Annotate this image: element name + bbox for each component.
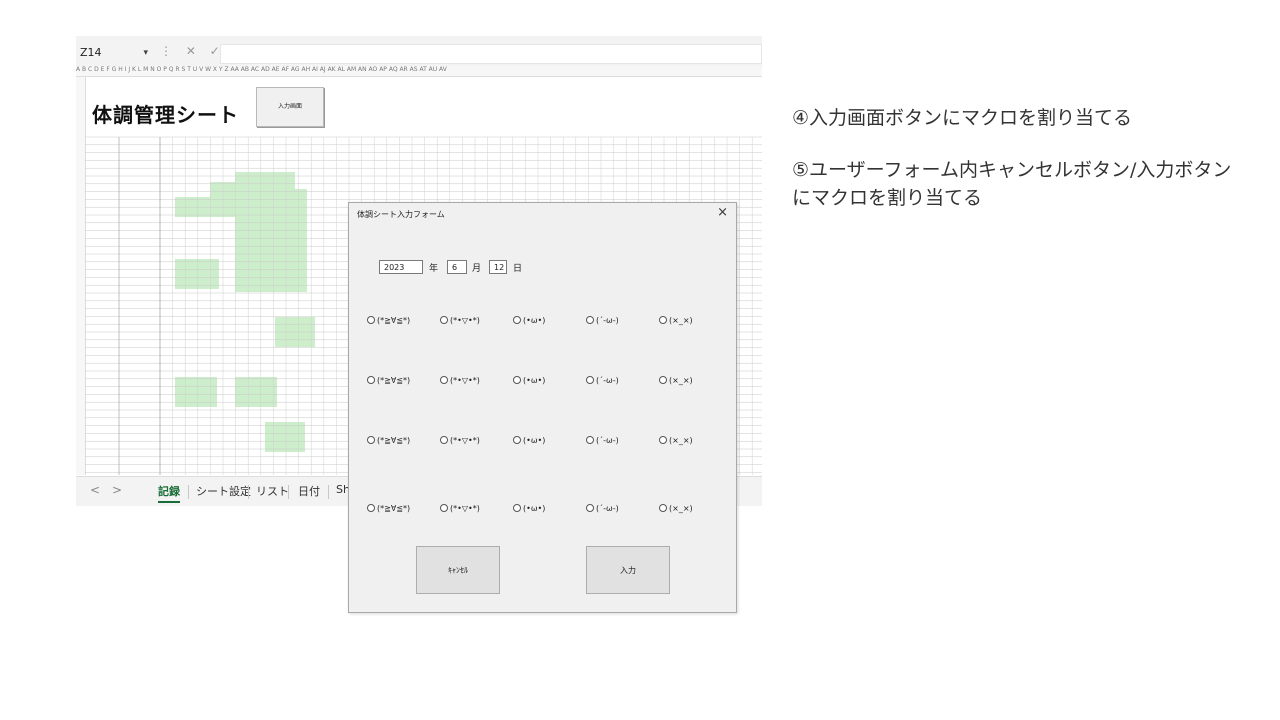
mood-option[interactable]: (´-ω-) xyxy=(586,315,619,325)
mood-option[interactable]: (*•▽•*) xyxy=(440,315,480,325)
chevron-down-icon[interactable]: ▾ xyxy=(143,44,148,62)
radio-icon[interactable] xyxy=(659,375,667,384)
month-label: 月 xyxy=(472,264,482,274)
radio-icon[interactable] xyxy=(440,435,448,444)
mood-option-label: (•ω•) xyxy=(523,436,546,445)
tab-divider xyxy=(328,485,329,499)
note-step-5: ⑤ユーザーフォーム内キャンセルボタン/入力ボタンにマクロを割り当てる xyxy=(792,159,1232,209)
formula-bar: Z14 ▾ ⋮ ✕ ✓ fx xyxy=(76,36,762,67)
radio-icon[interactable] xyxy=(586,503,594,512)
tab-date[interactable]: 日付 xyxy=(298,483,320,499)
radio-icon[interactable] xyxy=(513,315,521,324)
tab-divider xyxy=(188,485,189,499)
mood-option[interactable]: (´-ω-) xyxy=(586,503,619,513)
mood-option[interactable]: (•ω•) xyxy=(513,375,546,385)
mood-option[interactable]: (×_×) xyxy=(659,503,693,513)
radio-icon[interactable] xyxy=(440,375,448,384)
mood-option[interactable]: (×_×) xyxy=(659,435,693,445)
tab-prev-icon[interactable]: < xyxy=(90,483,100,497)
name-box[interactable]: Z14 ▾ xyxy=(80,44,150,62)
tab-divider xyxy=(248,485,249,499)
mood-option-label: (×_×) xyxy=(669,504,693,513)
mood-option-label: (•ω•) xyxy=(523,504,546,513)
input-userform: 体調シート入力フォーム × 2023 年 6 月 12 日 (*≧∀≦*) (*•… xyxy=(348,202,737,613)
year-field[interactable]: 2023 xyxy=(379,260,423,274)
tab-record[interactable]: 記録 xyxy=(158,483,180,503)
tab-list[interactable]: リスト xyxy=(256,483,289,499)
sheet-title: 体調管理シート xyxy=(92,103,239,127)
note-step-4: ④入力画面ボタンにマクロを割り当てる xyxy=(792,107,1133,129)
cancel-button[interactable]: ｷｬﾝｾﾙ xyxy=(416,546,500,594)
mood-option[interactable]: (*•▽•*) xyxy=(440,375,480,385)
mood-option-label: (•ω•) xyxy=(523,376,546,385)
radio-icon[interactable] xyxy=(659,503,667,512)
mood-option-label: (*≧∀≦*) xyxy=(377,504,411,513)
mood-option-label: (*•▽•*) xyxy=(450,504,480,513)
radio-icon[interactable] xyxy=(513,375,521,384)
tab-sheet-settings[interactable]: シート設定 xyxy=(196,483,251,499)
mood-option-label: (´-ω-) xyxy=(596,316,619,325)
tab-next-icon[interactable]: > xyxy=(112,483,122,497)
mood-option-label: (´-ω-) xyxy=(596,436,619,445)
mood-option[interactable]: (×_×) xyxy=(659,315,693,325)
close-icon[interactable]: × xyxy=(717,205,728,220)
mood-option[interactable]: (*≧∀≦*) xyxy=(367,375,411,385)
mood-option[interactable]: (*≧∀≦*) xyxy=(367,503,411,513)
radio-icon[interactable] xyxy=(367,315,375,324)
radio-icon[interactable] xyxy=(367,503,375,512)
submit-button[interactable]: 入力 xyxy=(586,546,670,594)
radio-icon[interactable] xyxy=(586,375,594,384)
column-header-letters: A B C D E F G H I J K L M N O P Q R S T … xyxy=(76,66,447,73)
radio-icon[interactable] xyxy=(659,435,667,444)
instruction-notes: ④入力画面ボタンにマクロを割り当てる ⑤ユーザーフォーム内キャンセルボタン/入力… xyxy=(792,104,1232,236)
radio-icon[interactable] xyxy=(513,503,521,512)
mood-option-label: (•ω•) xyxy=(523,316,546,325)
mood-option[interactable]: (*≧∀≦*) xyxy=(367,315,411,325)
radio-icon[interactable] xyxy=(513,435,521,444)
month-field[interactable]: 6 xyxy=(447,260,467,274)
mood-option[interactable]: (×_×) xyxy=(659,375,693,385)
day-label: 日 xyxy=(513,264,523,274)
radio-icon[interactable] xyxy=(367,435,375,444)
radio-icon[interactable] xyxy=(440,503,448,512)
input-screen-button[interactable]: 入力画面 xyxy=(256,87,324,127)
mood-option[interactable]: (•ω•) xyxy=(513,503,546,513)
mood-option[interactable]: (*≧∀≦*) xyxy=(367,435,411,445)
radio-icon[interactable] xyxy=(586,315,594,324)
mood-option-label: (´-ω-) xyxy=(596,504,619,513)
mood-option[interactable]: (•ω•) xyxy=(513,435,546,445)
mood-option-label: (*•▽•*) xyxy=(450,376,480,385)
mood-option-label: (×_×) xyxy=(669,316,693,325)
form-title: 体調シート入力フォーム xyxy=(357,210,445,219)
name-box-value: Z14 xyxy=(80,46,102,59)
column-headers: A B C D E F G H I J K L M N O P Q R S T … xyxy=(76,66,762,77)
day-field[interactable]: 12 xyxy=(489,260,507,274)
mood-option-label: (×_×) xyxy=(669,376,693,385)
mood-option-label: (*•▽•*) xyxy=(450,316,480,325)
radio-icon[interactable] xyxy=(659,315,667,324)
mood-option-label: (*≧∀≦*) xyxy=(377,316,411,325)
formula-icons-glyphs[interactable]: ⋮ ✕ ✓ xyxy=(160,44,225,58)
year-label: 年 xyxy=(429,264,439,274)
formula-input[interactable] xyxy=(220,44,762,64)
radio-icon[interactable] xyxy=(440,315,448,324)
radio-icon[interactable] xyxy=(367,375,375,384)
mood-option-label: (*≧∀≦*) xyxy=(377,436,411,445)
mood-option-label: (*≧∀≦*) xyxy=(377,376,411,385)
mood-option[interactable]: (´-ω-) xyxy=(586,435,619,445)
mood-option[interactable]: (*•▽•*) xyxy=(440,503,480,513)
mood-option[interactable]: (•ω•) xyxy=(513,315,546,325)
mood-option-label: (´-ω-) xyxy=(596,376,619,385)
mood-option[interactable]: (´-ω-) xyxy=(586,375,619,385)
tab-divider xyxy=(288,485,289,499)
mood-option-label: (×_×) xyxy=(669,436,693,445)
mood-option[interactable]: (*•▽•*) xyxy=(440,435,480,445)
mood-option-label: (*•▽•*) xyxy=(450,436,480,445)
radio-icon[interactable] xyxy=(586,435,594,444)
